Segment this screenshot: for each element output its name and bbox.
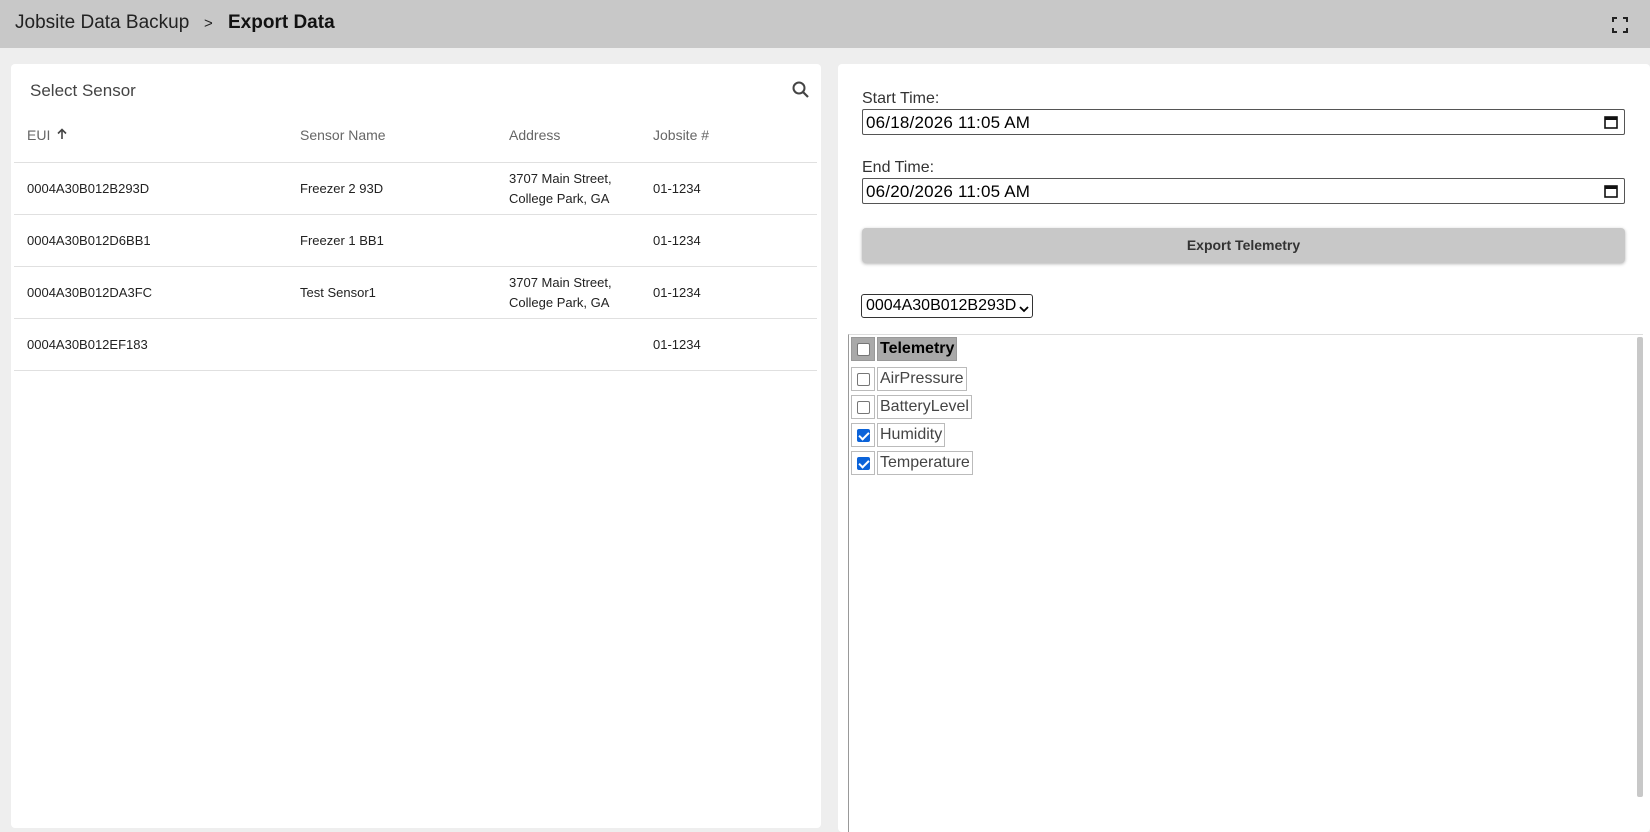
export-telemetry-button[interactable]: Export Telemetry: [862, 228, 1625, 263]
temperature-checkbox[interactable]: [857, 457, 870, 470]
end-time-input[interactable]: 06/20/2026 11:05 AM: [862, 178, 1625, 204]
table-row[interactable]: 0004A30B012B293D Freezer 2 93D 3707 Main…: [14, 163, 817, 215]
row-eui: 0004A30B012EF183: [27, 337, 148, 352]
fullscreen-icon[interactable]: [1610, 15, 1630, 35]
telemetry-checkbox-cell: [851, 423, 875, 447]
telemetry-label: Temperature: [877, 451, 973, 475]
telemetry-header: Telemetry: [877, 337, 958, 361]
telemetry-list: Telemetry AirPressure BatteryLevel Humid…: [848, 334, 1643, 832]
telemetry-label: AirPressure: [877, 367, 967, 391]
telemetry-checkbox-cell: [851, 367, 875, 391]
row-eui: 0004A30B012B293D: [27, 181, 150, 196]
sensor-select[interactable]: 0004A30B012B293D: [861, 294, 1033, 318]
row-sensor-name: Freezer 2 93D: [300, 181, 384, 196]
row-sensor-name: Freezer 1 BB1: [300, 233, 384, 248]
search-icon[interactable]: [790, 79, 812, 101]
row-sensor-name: Test Sensor1: [300, 285, 376, 300]
telemetry-label: Humidity: [877, 423, 946, 447]
row-address: [509, 221, 639, 241]
column-header-eui[interactable]: EUI: [27, 127, 68, 143]
table-row[interactable]: 0004A30B012EF183 01-1234: [14, 319, 817, 371]
table-row[interactable]: 0004A30B012D6BB1 Freezer 1 BB1 01-1234: [14, 215, 817, 267]
table-row[interactable]: 0004A30B012DA3FC Test Sensor1 3707 Main …: [14, 267, 817, 319]
export-telemetry-label: Export Telemetry: [1186, 237, 1301, 253]
row-eui: 0004A30B012D6BB1: [27, 233, 151, 248]
telemetry-header-checkbox-cell: [851, 337, 875, 361]
sensor-table-title: Select Sensor: [30, 81, 136, 100]
sensor-select-value: 0004A30B012B293D: [866, 297, 1017, 314]
telemetry-label: BatteryLevel: [877, 395, 972, 419]
export-card: Start Time: 06/18/2026 11:05 AM End Time…: [838, 64, 1650, 832]
calendar-icon[interactable]: [1604, 184, 1618, 198]
scrollbar[interactable]: [1637, 337, 1643, 797]
page-title: Export Data: [228, 12, 335, 33]
batterylevel-checkbox[interactable]: [857, 401, 870, 414]
airpressure-checkbox[interactable]: [857, 373, 870, 386]
row-address: 3707 Main Street, College Park, GA: [509, 275, 612, 310]
calendar-icon[interactable]: [1604, 115, 1618, 129]
row-eui: 0004A30B012DA3FC: [27, 285, 153, 300]
start-time-label: Start Time:: [862, 90, 940, 107]
telemetry-select-all-checkbox[interactable]: [857, 343, 870, 356]
row-jobsite: 01-1234: [653, 285, 701, 300]
column-header-sensor-name[interactable]: Sensor Name: [300, 127, 386, 143]
breadcrumb-separator: >: [204, 15, 213, 32]
sort-ascending-icon[interactable]: [56, 127, 68, 143]
end-time-value: 06/20/2026 11:05 AM: [866, 182, 1031, 201]
row-address: [509, 325, 639, 345]
sensor-table-card: Select Sensor EUI Sensor Name Address Jo…: [11, 64, 821, 828]
telemetry-checkbox-cell: [851, 451, 875, 475]
breadcrumb-root[interactable]: Jobsite Data Backup: [15, 12, 189, 34]
top-bar: Jobsite Data Backup > Export Data: [0, 0, 1650, 48]
table-header: EUI Sensor Name Address Jobsite #: [14, 109, 817, 163]
chevron-down-icon: [1019, 301, 1029, 313]
row-jobsite: 01-1234: [653, 337, 701, 352]
start-time-value: 06/18/2026 11:05 AM: [866, 113, 1031, 132]
telemetry-checkbox-cell: [851, 395, 875, 419]
row-jobsite: 01-1234: [653, 233, 701, 248]
row-address: 3707 Main Street, College Park, GA: [509, 171, 612, 206]
start-time-input[interactable]: 06/18/2026 11:05 AM: [862, 109, 1625, 135]
column-header-address[interactable]: Address: [509, 127, 560, 143]
row-jobsite: 01-1234: [653, 181, 701, 196]
column-header-jobsite[interactable]: Jobsite #: [653, 127, 709, 143]
humidity-checkbox[interactable]: [857, 429, 870, 442]
end-time-label: End Time:: [862, 159, 935, 176]
